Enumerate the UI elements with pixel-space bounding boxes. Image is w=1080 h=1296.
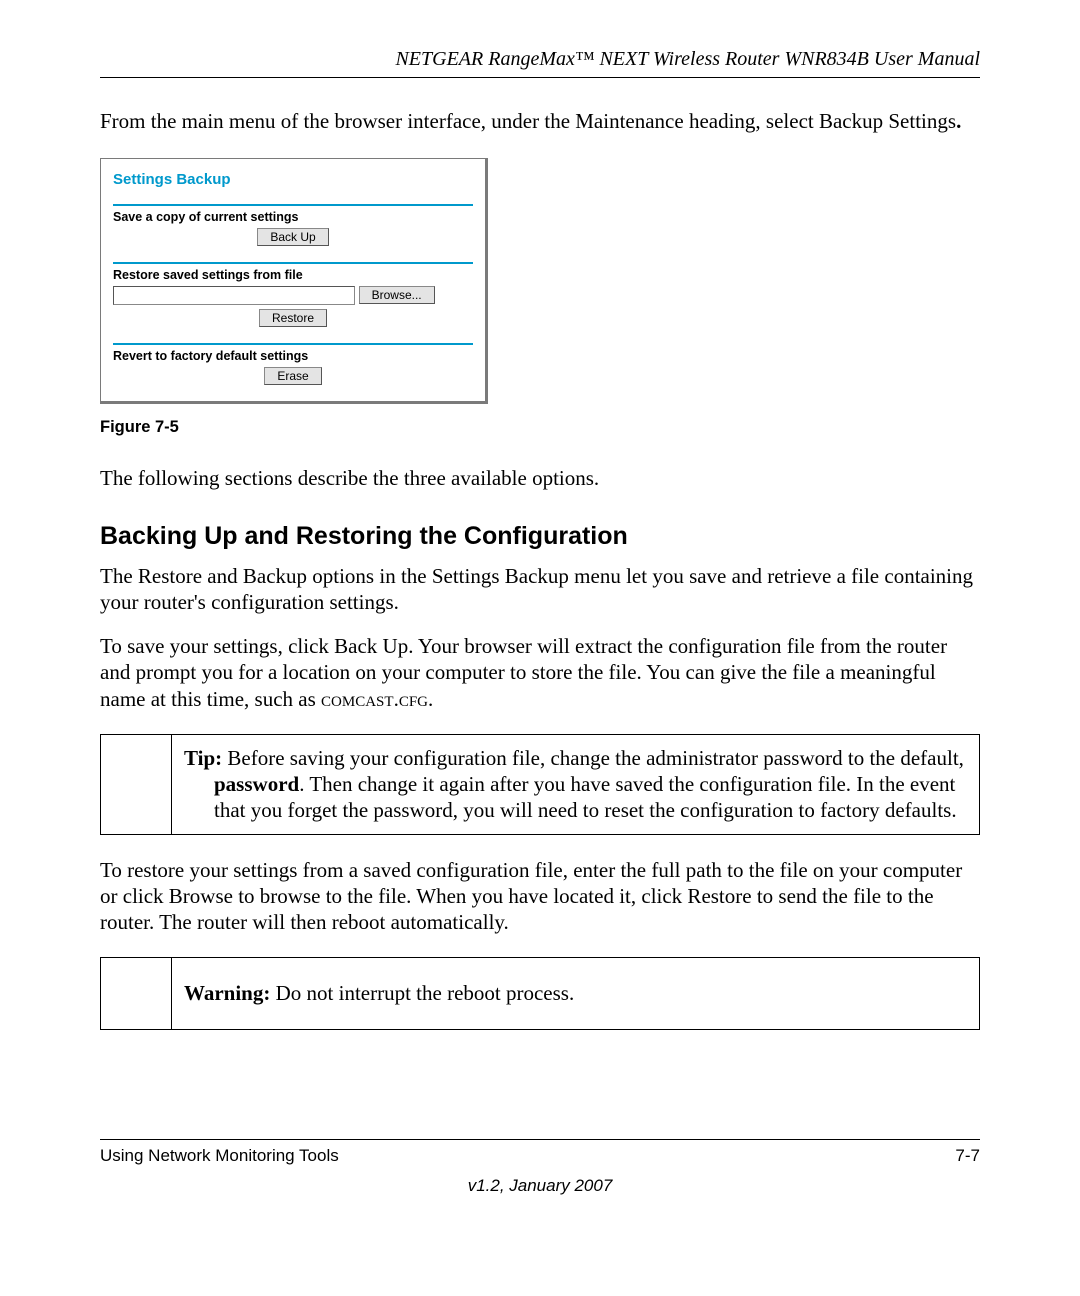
figure-caption: Figure 7-5 — [100, 418, 980, 437]
screenshot-divider-2 — [113, 262, 473, 264]
warning-body: Warning: Do not interrupt the reboot pro… — [172, 958, 979, 1028]
restore-label: Restore saved settings from file — [113, 268, 473, 282]
config-filename: comcast.cfg — [321, 687, 428, 711]
tip-text-1: Before saving your configuration file, c… — [222, 746, 964, 770]
tip-lead: Tip: — [184, 746, 222, 770]
tip-bold: password — [214, 772, 299, 796]
intro-period: . — [956, 109, 961, 133]
settings-backup-screenshot: Settings Backup Save a copy of current s… — [100, 158, 488, 404]
backup-button[interactable]: Back Up — [257, 228, 328, 246]
restore-file-input[interactable] — [113, 286, 355, 305]
intro-text: From the main menu of the browser interf… — [100, 109, 956, 133]
restore-button[interactable]: Restore — [259, 309, 327, 327]
footer-page-number: 7-7 — [955, 1146, 980, 1166]
footer-version: v1.2, January 2007 — [100, 1176, 980, 1196]
section-heading: Backing Up and Restoring the Configurati… — [100, 522, 980, 551]
erase-button[interactable]: Erase — [264, 367, 321, 385]
screenshot-divider-1 — [113, 204, 473, 206]
restore-paragraph: To restore your settings from a saved co… — [100, 857, 980, 936]
screenshot-divider-3 — [113, 343, 473, 345]
save-copy-label: Save a copy of current settings — [113, 210, 473, 224]
backup-para-1: The Restore and Backup options in the Se… — [100, 563, 980, 616]
backup-para-2a: To save your settings, click Back Up. Yo… — [100, 634, 947, 711]
footer-left: Using Network Monitoring Tools — [100, 1146, 339, 1166]
browse-button[interactable]: Browse... — [359, 286, 435, 304]
page-footer: Using Network Monitoring Tools 7-7 v1.2,… — [100, 1139, 980, 1196]
running-header: NETGEAR RangeMax™ NEXT Wireless Router W… — [100, 48, 980, 71]
tip-icon-cell — [101, 735, 172, 834]
screenshot-title: Settings Backup — [113, 171, 473, 188]
tip-callout: Tip: Before saving your configuration fi… — [100, 734, 980, 835]
warning-text: Do not interrupt the reboot process. — [270, 981, 574, 1005]
warning-icon-cell — [101, 958, 172, 1028]
intro-paragraph: From the main menu of the browser interf… — [100, 108, 980, 134]
tip-text-2: . Then change it again after you have sa… — [214, 772, 957, 822]
backup-para-2: To save your settings, click Back Up. Yo… — [100, 633, 980, 712]
revert-label: Revert to factory default settings — [113, 349, 473, 363]
page: NETGEAR RangeMax™ NEXT Wireless Router W… — [0, 0, 1080, 1296]
warning-lead: Warning: — [184, 981, 270, 1005]
tip-body: Tip: Before saving your configuration fi… — [172, 735, 979, 834]
backup-para-2c: . — [428, 687, 433, 711]
header-rule — [100, 77, 980, 78]
post-figure-paragraph: The following sections describe the thre… — [100, 465, 980, 491]
footer-rule — [100, 1139, 980, 1140]
warning-callout: Warning: Do not interrupt the reboot pro… — [100, 957, 980, 1029]
